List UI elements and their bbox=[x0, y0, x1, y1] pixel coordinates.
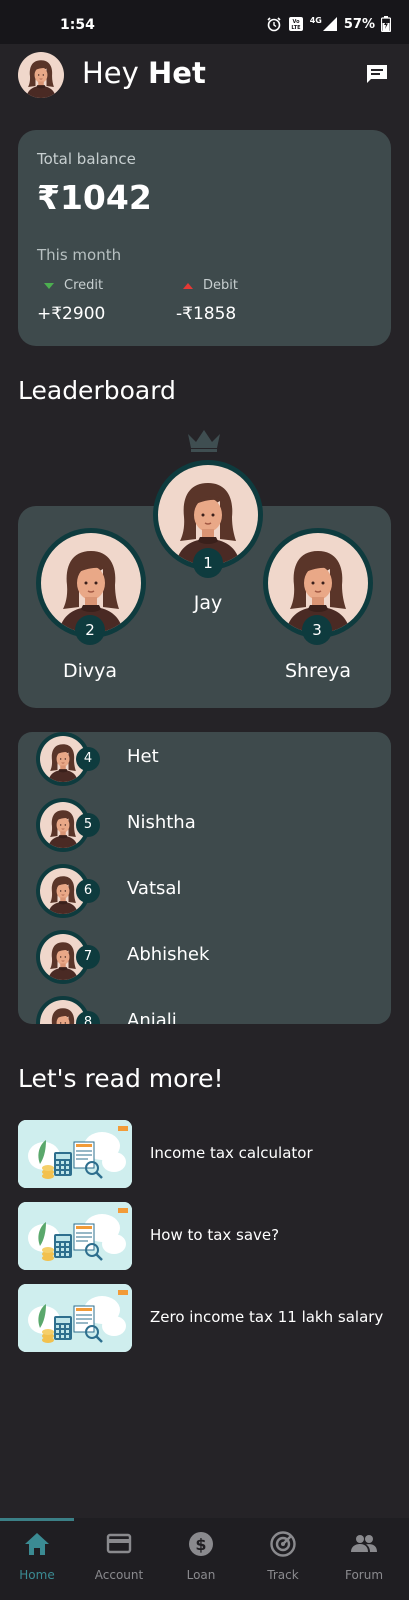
read-more-title: Let's read more! bbox=[18, 1064, 224, 1093]
list-item[interactable]: 7 Abhishek bbox=[36, 930, 376, 984]
rank-badge: 6 bbox=[76, 879, 100, 903]
list-item[interactable]: 4 Het bbox=[36, 732, 376, 786]
rank-badge: 4 bbox=[76, 747, 100, 771]
credit-label: Credit bbox=[44, 278, 103, 293]
podium-name-rank-3: Shreya bbox=[284, 660, 352, 682]
card-icon bbox=[106, 1533, 132, 1554]
signal-icon bbox=[322, 17, 337, 31]
list-item-name: Nishtha bbox=[127, 812, 196, 833]
home-icon bbox=[25, 1533, 49, 1555]
greeting-prefix: Hey bbox=[82, 56, 139, 90]
crown-icon bbox=[188, 430, 220, 452]
article-title: Income tax calculator bbox=[150, 1144, 313, 1162]
rank-badge: 2 bbox=[75, 615, 105, 645]
chat-icon[interactable] bbox=[365, 62, 389, 86]
network-type: 4G bbox=[309, 15, 322, 25]
leaderboard-list[interactable]: 4 Het 5 Nishtha 6 Vatsal 7 Abhishek 8 An… bbox=[18, 732, 391, 1024]
bottom-nav: Home Account $ Loan Track Forum bbox=[0, 1518, 409, 1600]
tab-label: Forum bbox=[344, 1568, 384, 1582]
list-item-name: Abhishek bbox=[127, 944, 210, 965]
battery-charging-icon bbox=[381, 16, 391, 32]
tab-loan[interactable]: $ Loan bbox=[160, 1528, 242, 1594]
rank-badge: 8 bbox=[76, 1011, 100, 1024]
article-thumbnail bbox=[18, 1284, 132, 1352]
podium-name-rank-2: Divya bbox=[62, 660, 118, 682]
list-item-name: Anjali bbox=[127, 1010, 177, 1024]
avatar[interactable] bbox=[18, 52, 64, 98]
tab-forum[interactable]: Forum bbox=[323, 1528, 405, 1594]
rank-badge: 3 bbox=[302, 615, 332, 645]
credit-value: +₹2900 bbox=[37, 304, 106, 324]
article-title: Zero income tax 11 lakh salary bbox=[150, 1308, 384, 1326]
battery-percent: 57% bbox=[343, 16, 375, 32]
credit-arrow-icon bbox=[44, 282, 54, 289]
active-tab-indicator bbox=[0, 1518, 74, 1521]
rank-badge: 5 bbox=[76, 813, 100, 837]
article-item[interactable]: Income tax calculator bbox=[18, 1120, 391, 1188]
total-balance-value: ₹1042 bbox=[37, 178, 152, 217]
podium-name-rank-1: Jay bbox=[193, 592, 223, 614]
list-item[interactable]: 8 Anjali bbox=[36, 996, 376, 1024]
list-item-name: Het bbox=[127, 746, 159, 767]
radar-icon bbox=[270, 1531, 296, 1557]
balance-card[interactable]: Total balance ₹1042 This month Credit De… bbox=[18, 130, 391, 346]
volte-icon: Vo LTE bbox=[288, 17, 303, 31]
tab-track[interactable]: Track bbox=[242, 1528, 324, 1594]
alarm-icon bbox=[267, 17, 281, 32]
this-month-label: This month bbox=[37, 246, 122, 264]
dollar-icon: $ bbox=[189, 1532, 213, 1556]
tab-label: Loan bbox=[186, 1568, 216, 1582]
header: Hey Het bbox=[0, 44, 409, 108]
list-item[interactable]: 6 Vatsal bbox=[36, 864, 376, 918]
status-time: 1:54 bbox=[60, 17, 95, 33]
debit-label: Debit bbox=[183, 278, 238, 293]
article-thumbnail bbox=[18, 1202, 132, 1270]
list-item-name: Vatsal bbox=[127, 878, 182, 899]
greeting: Hey Het bbox=[82, 56, 206, 90]
tab-home[interactable]: Home bbox=[0, 1528, 78, 1594]
user-name: Het bbox=[148, 56, 206, 90]
total-balance-label: Total balance bbox=[37, 150, 136, 168]
rank-badge: 7 bbox=[76, 945, 100, 969]
tab-account[interactable]: Account bbox=[78, 1528, 160, 1594]
list-item[interactable]: 5 Nishtha bbox=[36, 798, 376, 852]
status-bar: 1:54 Vo LTE 4G 57% bbox=[0, 0, 409, 44]
tab-label: Home bbox=[19, 1568, 55, 1582]
tab-label: Account bbox=[94, 1568, 144, 1582]
svg-text:LTE: LTE bbox=[291, 25, 301, 31]
leaderboard-title: Leaderboard bbox=[18, 376, 176, 405]
people-icon bbox=[351, 1535, 377, 1552]
article-item[interactable]: How to tax save? bbox=[18, 1202, 391, 1270]
article-thumbnail bbox=[18, 1120, 132, 1188]
debit-value: -₹1858 bbox=[176, 304, 237, 324]
article-title: How to tax save? bbox=[150, 1226, 280, 1244]
article-item[interactable]: Zero income tax 11 lakh salary bbox=[18, 1284, 391, 1352]
debit-arrow-icon bbox=[183, 282, 193, 289]
rank-badge: 1 bbox=[193, 548, 223, 578]
status-icons: Vo LTE 4G 57% bbox=[266, 16, 391, 32]
svg-text:$: $ bbox=[195, 1535, 206, 1554]
tab-label: Track bbox=[267, 1568, 299, 1582]
